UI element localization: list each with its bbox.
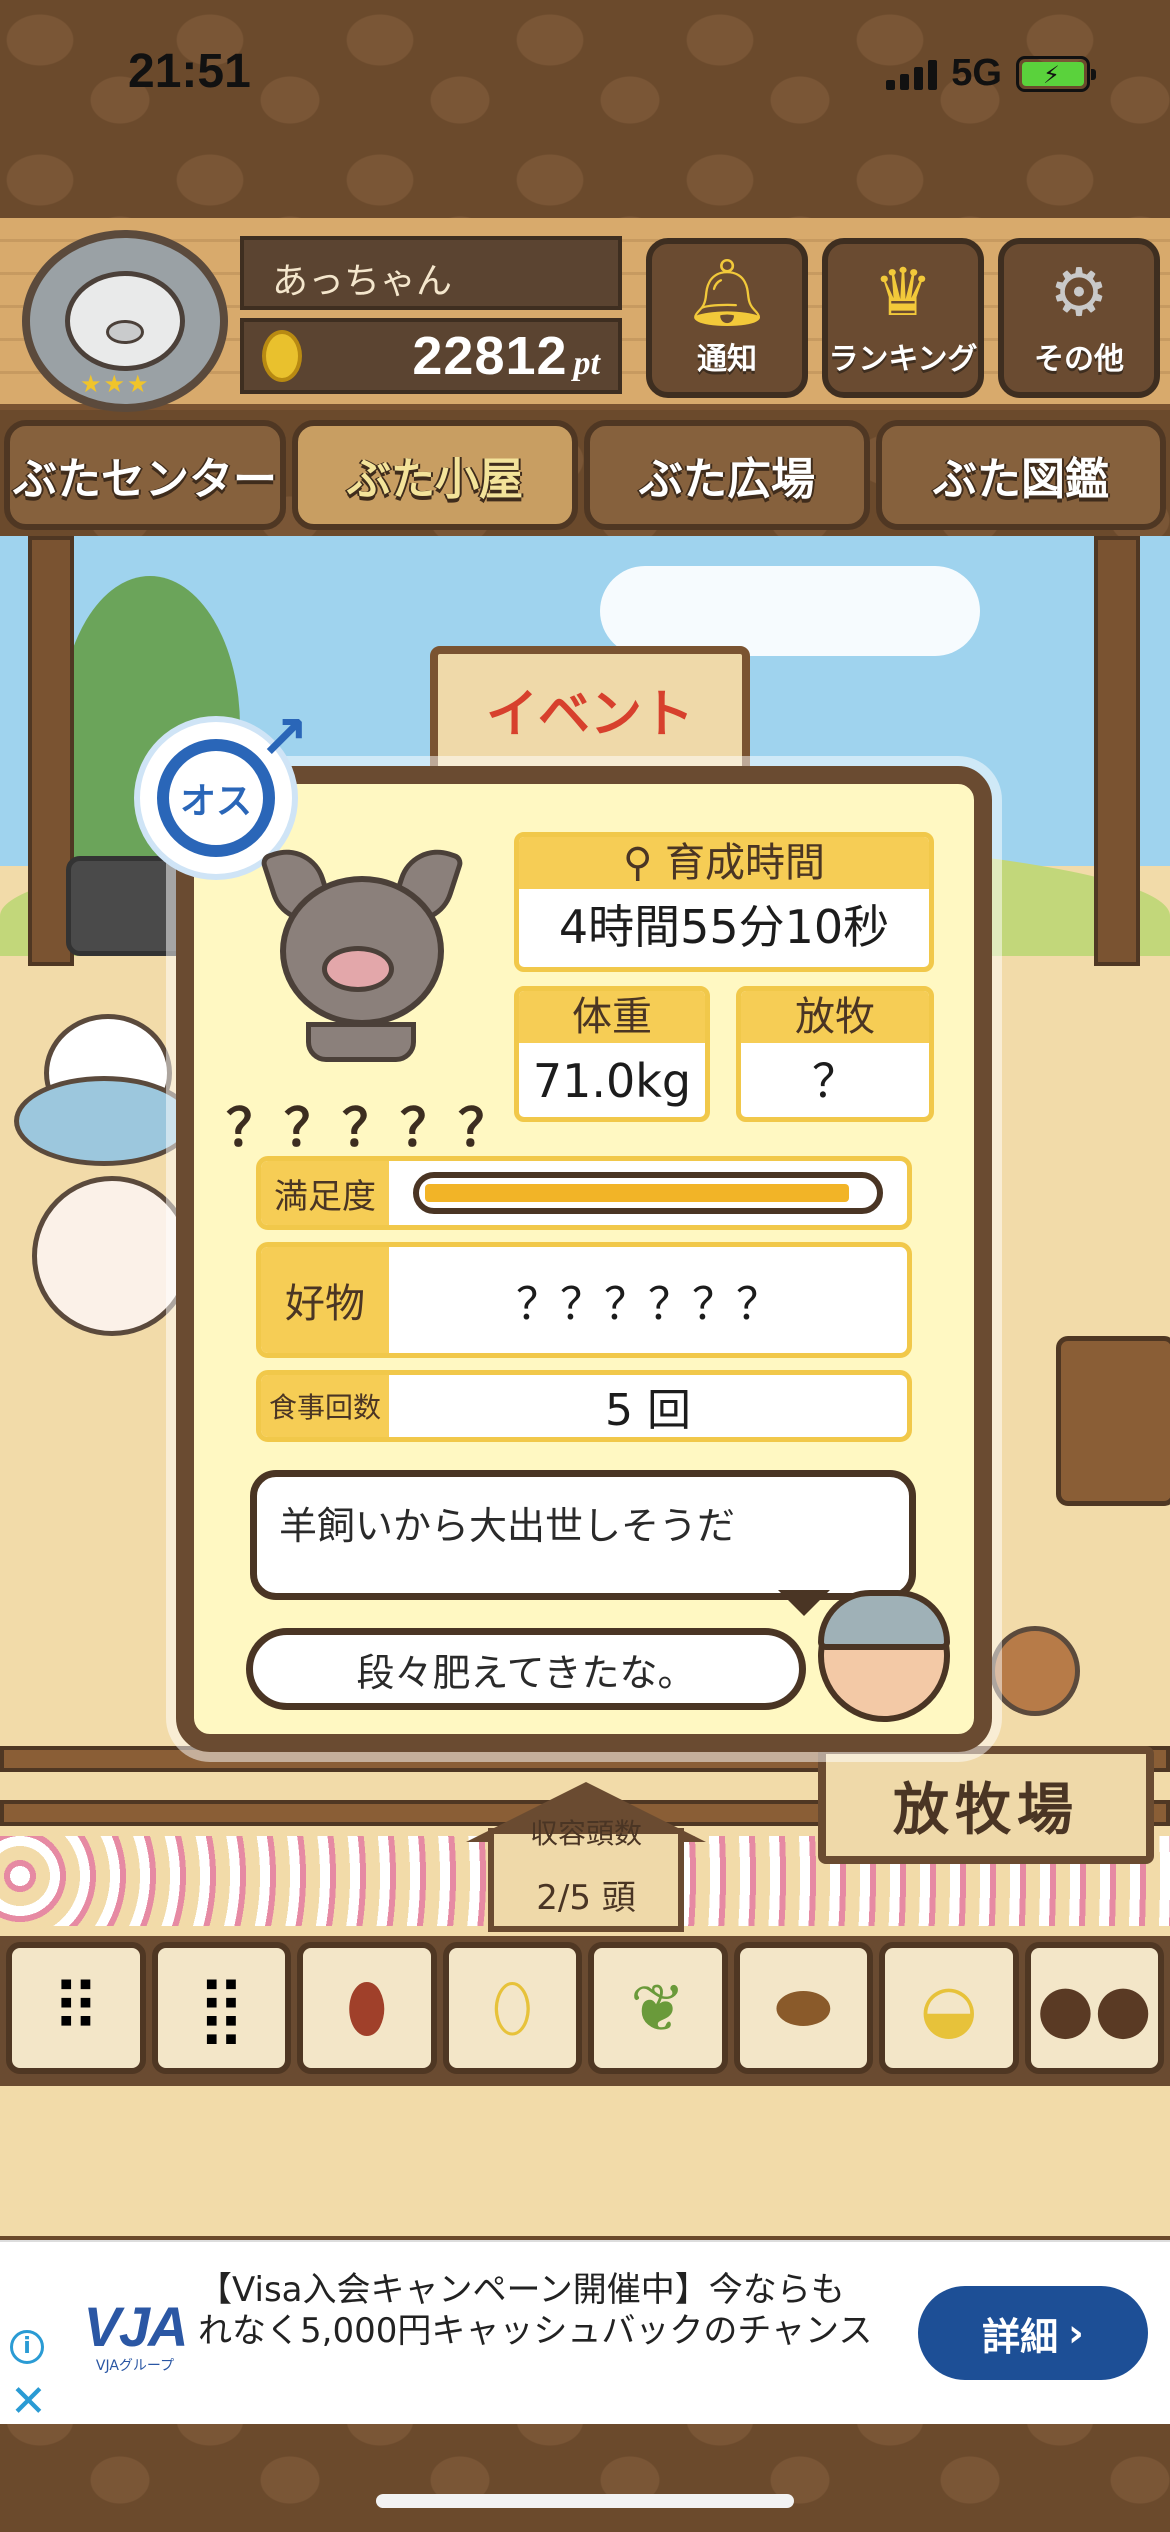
favorite-label: 好物 bbox=[261, 1247, 389, 1353]
ad-details-label: 詳細 bbox=[982, 2314, 1059, 2359]
pig-name: ？？？？？ bbox=[226, 1099, 517, 1159]
farmer-speech: 段々肥えてきたな。 bbox=[246, 1628, 806, 1710]
food-bar: ⠿ ⣿ ⬮ ⬯ ❦ ⬬ ◒ ●● bbox=[0, 1936, 1170, 2086]
grain-pile-icon: ⠿ bbox=[51, 1969, 100, 2047]
tab-pig-center[interactable]: ぶたセンター bbox=[4, 420, 286, 530]
network-type: 5G bbox=[951, 52, 1002, 94]
tab-pig-encyclopedia[interactable]: ぶた図鑑 bbox=[876, 420, 1166, 530]
acorn-icon: ⬬ bbox=[775, 1968, 832, 2046]
status-time: 21:51 bbox=[128, 45, 251, 98]
sparrow-illustration bbox=[990, 1626, 1080, 1716]
capacity-sign: 収容頭数 2/5 頭 bbox=[466, 1782, 706, 1932]
game-screen: 21:51 5G ⚡ ★★★ あっちゃん 22812 pt 🔔︎ 通知 ♛ ランキ… bbox=[0, 0, 1170, 2532]
favorite-value: ？？？？？？ bbox=[516, 1279, 780, 1330]
battery-icon: ⚡ bbox=[1016, 55, 1096, 92]
capacity-label: 収容頭数 bbox=[529, 1817, 642, 1850]
food-slot-acorn[interactable]: ⬬ bbox=[733, 1942, 873, 2074]
player-name: あっちゃん bbox=[240, 236, 622, 310]
grazing-value: ？ bbox=[812, 1054, 858, 1108]
timer-icon: ⚲ bbox=[622, 840, 665, 886]
meal-count-row: 食事回数 5 回 bbox=[256, 1370, 912, 1442]
crown-icon: ♛ bbox=[873, 254, 933, 331]
corn-icon: ⬯ bbox=[491, 1968, 533, 2046]
mixed-grain-icon: ⣿ bbox=[197, 1969, 246, 2047]
food-slot-mixed-grain[interactable]: ⣿ bbox=[151, 1942, 291, 2074]
pig-comment: 羊飼いから大出世しそうだ bbox=[250, 1470, 916, 1600]
gear-icon: ⚙ bbox=[1049, 254, 1109, 331]
cloud bbox=[600, 566, 980, 656]
satisfaction-row: 満足度 bbox=[256, 1156, 912, 1230]
weight-value: 71.0kg bbox=[532, 1054, 692, 1108]
food-slot-chocolate[interactable]: ●● bbox=[1024, 1942, 1164, 2074]
meal-count-value: 5 回 bbox=[605, 1385, 691, 1436]
ranking-button[interactable]: ♛ ランキング bbox=[822, 238, 984, 398]
camera-icon[interactable] bbox=[66, 856, 192, 956]
chevron-right-icon: › bbox=[1068, 2311, 1084, 2355]
grazing-box: 放牧 ？ bbox=[736, 986, 934, 1122]
sweet-potato-icon: ⬮ bbox=[346, 1968, 388, 2046]
wandering-pig[interactable] bbox=[32, 1176, 192, 1336]
coin-icon bbox=[262, 330, 302, 382]
pig-snout-icon bbox=[322, 946, 394, 992]
ranking-label: ランキング bbox=[828, 342, 978, 377]
chocolate-plate-icon: ●● bbox=[1036, 1969, 1152, 2047]
farmer-avatar bbox=[818, 1590, 950, 1722]
ad-logo: VJA VJAグループ bbox=[70, 2294, 200, 2384]
food-slot-beans[interactable]: ❦ bbox=[588, 1942, 728, 2074]
food-slot-corn-bowl[interactable]: ◒ bbox=[879, 1942, 1019, 2074]
raising-time-value: 4時間55分10秒 bbox=[558, 900, 890, 954]
tab-pig-plaza[interactable]: ぶた広場 bbox=[584, 420, 870, 530]
home-indicator[interactable] bbox=[376, 2494, 794, 2508]
cat-bowl-illustration bbox=[14, 1076, 194, 1166]
status-indicators: 5G ⚡ bbox=[886, 52, 1096, 95]
picnic-basket-illustration bbox=[1056, 1336, 1170, 1506]
points-display: 22812 pt bbox=[240, 318, 622, 394]
meal-count-label: 食事回数 bbox=[261, 1375, 389, 1437]
ad-logo-text: VJA bbox=[83, 2295, 189, 2358]
ad-close-icon[interactable]: ✕ bbox=[10, 2376, 47, 2427]
ad-details-button[interactable]: 詳細 › bbox=[918, 2286, 1148, 2380]
beans-leaf-icon: ❦ bbox=[630, 1969, 686, 2047]
comment-tail bbox=[778, 1590, 830, 1616]
raising-time-box: ⚲ 育成時間 4時間55分10秒 bbox=[514, 832, 934, 972]
ad-info-icon[interactable]: i bbox=[10, 2330, 44, 2364]
food-slot-grain[interactable]: ⠿ bbox=[6, 1942, 146, 2074]
male-symbol-icon: オス ↗ bbox=[157, 703, 309, 857]
capacity-value: 2/5 頭 bbox=[536, 1878, 636, 1918]
points-value: 22812 bbox=[412, 326, 568, 386]
weight-label: 体重 bbox=[519, 991, 705, 1043]
satisfaction-bar bbox=[413, 1172, 883, 1214]
satisfaction-bar-fill bbox=[425, 1184, 849, 1202]
weight-box: 体重 71.0kg bbox=[514, 986, 710, 1122]
points-unit: pt bbox=[573, 345, 600, 382]
tab-pig-hut[interactable]: ぶた小屋 bbox=[292, 420, 578, 530]
pig-avatar-icon bbox=[65, 271, 185, 371]
notification-button[interactable]: 🔔︎ 通知 bbox=[646, 238, 808, 398]
ad-text[interactable]: 【Visa入会キャンペーン開催中】今ならもれなく5,000円キャッシュバックのチ… bbox=[198, 2270, 878, 2352]
raising-time-label: 育成時間 bbox=[665, 840, 825, 886]
signal-icon bbox=[886, 58, 938, 90]
pasture-sign[interactable]: 放牧場 bbox=[818, 1746, 1154, 1864]
event-sign[interactable]: イベント bbox=[430, 646, 750, 776]
rank-stars-icon: ★★★ bbox=[80, 370, 151, 398]
pig-portrait bbox=[259, 839, 465, 1072]
gender-label: オス bbox=[179, 781, 252, 822]
grazing-label: 放牧 bbox=[741, 991, 929, 1043]
notification-label: 通知 bbox=[697, 342, 757, 377]
gate-post-right bbox=[1094, 536, 1140, 966]
bell-icon: 🔔︎ bbox=[685, 254, 769, 331]
food-slot-corn[interactable]: ⬯ bbox=[442, 1942, 582, 2074]
corn-bowl-icon: ◒ bbox=[919, 1969, 978, 2047]
other-label: その他 bbox=[1034, 342, 1124, 377]
satisfaction-label: 満足度 bbox=[261, 1161, 389, 1225]
food-slot-sweet-potato[interactable]: ⬮ bbox=[297, 1942, 437, 2074]
favorite-food-row: 好物 ？？？？？？ bbox=[256, 1242, 912, 1358]
other-button[interactable]: ⚙ その他 bbox=[998, 238, 1160, 398]
